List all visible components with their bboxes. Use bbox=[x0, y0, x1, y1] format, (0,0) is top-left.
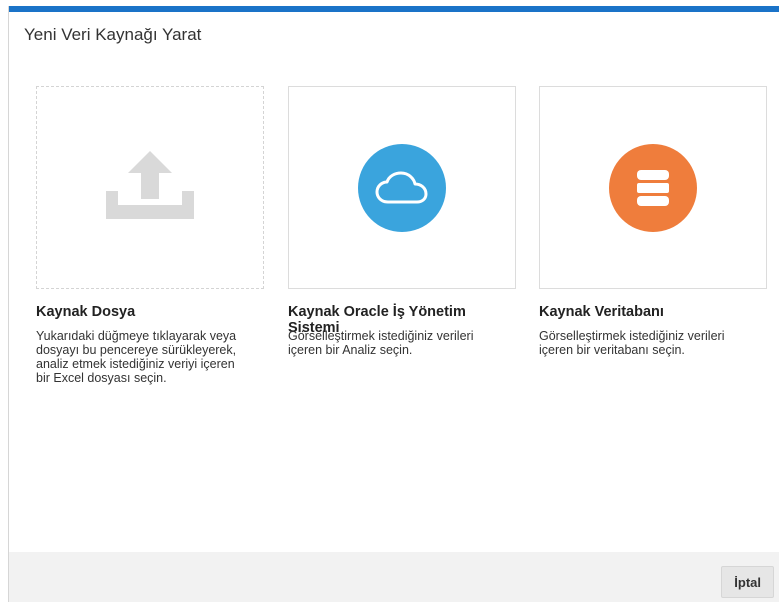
source-database-card: Kaynak Veritabanı Görselleştirmek istedi… bbox=[539, 86, 767, 357]
database-icon bbox=[609, 143, 697, 232]
source-oracle-description: Görselleştirmek istediğiniz verileri içe… bbox=[288, 329, 474, 357]
source-file-description: Yukarıdaki düğmeye tıklayarak veya dosya… bbox=[36, 329, 237, 385]
source-file-card: Kaynak Dosya Yukarıdaki düğmeye tıklayar… bbox=[36, 86, 264, 385]
new-data-source-dialog: Yeni Veri Kaynağı Yarat Kaynak Dosya Yuk… bbox=[8, 6, 779, 602]
upload-icon bbox=[104, 147, 196, 228]
source-oracle-card: Kaynak Oracle İş Yönetim Sistemi Görsell… bbox=[288, 86, 516, 357]
cloud-icon bbox=[358, 143, 446, 232]
source-database-tile[interactable] bbox=[539, 86, 767, 289]
source-file-title: Kaynak Dosya bbox=[36, 304, 136, 320]
source-database-title: Kaynak Veritabanı bbox=[539, 304, 664, 320]
source-oracle-tile[interactable] bbox=[288, 86, 516, 289]
dialog-footer: İptal bbox=[9, 552, 779, 602]
dialog-accent-bar bbox=[9, 6, 779, 12]
source-database-description: Görselleştirmek istediğiniz verileri içe… bbox=[539, 329, 725, 357]
cancel-button[interactable]: İptal bbox=[721, 566, 774, 598]
dialog-title: Yeni Veri Kaynağı Yarat bbox=[24, 25, 202, 44]
source-file-tile[interactable] bbox=[36, 86, 264, 289]
